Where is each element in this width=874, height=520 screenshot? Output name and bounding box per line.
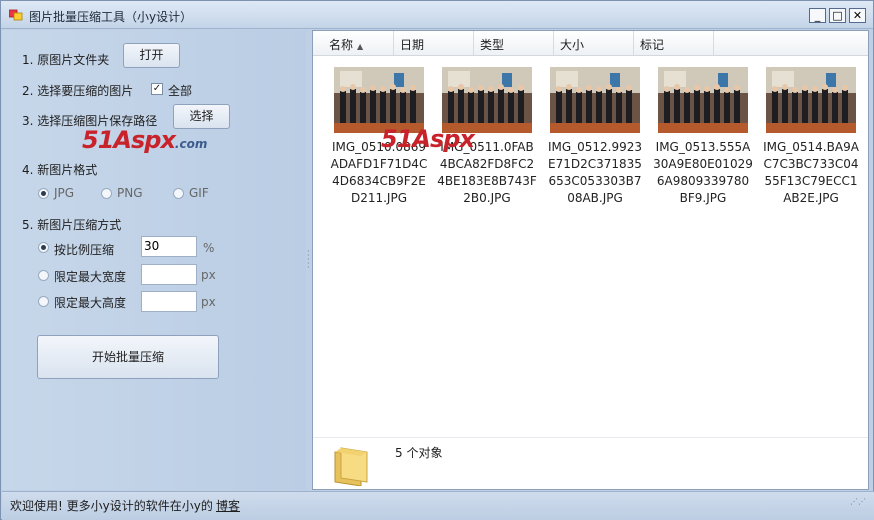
object-count: 5 个对象 <box>395 446 443 460</box>
app-icon <box>9 9 23 21</box>
watermark-logo: 51Aspx.com <box>82 126 208 154</box>
app-window: 图片批量压缩工具（小y设计） _ □ ✕ 1. 原图片文件夹 打开 2. 选择要… <box>0 0 874 520</box>
splitter-grip-icon: · · · · · <box>307 247 310 272</box>
column-header-tag[interactable]: 标记 <box>634 31 714 55</box>
format-jpg-radio[interactable] <box>38 188 49 199</box>
folder-icon <box>334 447 368 486</box>
photo-thumbnail <box>766 67 856 133</box>
close-button[interactable]: ✕ <box>849 8 866 23</box>
column-header-type[interactable]: 类型 <box>474 31 554 55</box>
max-width-radio[interactable] <box>38 270 49 281</box>
file-list-view[interactable]: 名称 ▲ 日期 类型 大小 标记 IMG_0510.0869ADAFD1F71D4… <box>312 30 869 490</box>
file-name: IMG_0514.BA9AC7C3BC733C0455F13C79ECC1AB2… <box>763 140 859 205</box>
start-compress-button[interactable]: 开始批量压缩 <box>37 335 219 379</box>
step4-label: 4. 新图片格式 <box>22 163 98 177</box>
column-header-size[interactable]: 大小 <box>554 31 634 55</box>
format-gif-label: GIF <box>189 186 209 200</box>
ratio-compress-radio[interactable] <box>38 242 49 253</box>
column-header-name[interactable]: 名称 ▲ <box>313 31 394 55</box>
format-png-radio[interactable] <box>101 188 112 199</box>
settings-panel: 1. 原图片文件夹 打开 2. 选择要压缩的图片 ✓ 全部 3. 选择压缩图片保… <box>2 30 306 490</box>
ratio-input[interactable]: 30 <box>141 236 197 257</box>
file-name: IMG_0512.9923E71D2C371835653C053303B708A… <box>547 140 643 205</box>
status-bar: 欢迎使用! 更多小y设计的软件在小y的 博客 ⋰⋰ <box>2 491 874 520</box>
step2-label: 2. 选择要压缩的图片 <box>22 84 134 98</box>
file-item[interactable]: IMG_0512.9923E71D2C371835653C053303B708A… <box>545 67 645 207</box>
file-item[interactable]: IMG_0513.555A30A9E80E010296A9809339780BF… <box>653 67 753 207</box>
step1-label: 1. 原图片文件夹 <box>22 53 110 67</box>
select-all-checkbox[interactable]: ✓ <box>151 83 163 95</box>
step5-label: 5. 新图片压缩方式 <box>22 218 122 232</box>
max-width-input[interactable] <box>141 264 197 285</box>
max-height-label: 限定最大高度 <box>54 296 127 310</box>
maximize-button[interactable]: □ <box>829 8 846 23</box>
file-name: IMG_0513.555A30A9E80E010296A9809339780BF… <box>653 140 753 205</box>
format-png-label: PNG <box>117 186 143 200</box>
column-headers: 名称 ▲ 日期 类型 大小 标记 <box>313 31 868 56</box>
max-height-unit: px <box>201 295 216 309</box>
resize-grip-icon[interactable]: ⋰⋰ <box>850 498 866 506</box>
photo-thumbnail <box>658 67 748 133</box>
column-header-date[interactable]: 日期 <box>394 31 474 55</box>
select-all-label: 全部 <box>168 84 193 98</box>
minimize-button[interactable]: _ <box>809 8 826 23</box>
sort-ascending-icon: ▲ <box>357 42 364 51</box>
blog-link[interactable]: 博客 <box>216 497 240 514</box>
photo-thumbnail <box>550 67 640 133</box>
ratio-unit: % <box>203 241 215 255</box>
ratio-compress-label: 按比例压缩 <box>54 243 115 257</box>
open-folder-button[interactable]: 打开 <box>123 43 180 68</box>
title-bar[interactable]: 图片批量压缩工具（小y设计） _ □ ✕ <box>1 1 873 29</box>
max-width-label: 限定最大宽度 <box>54 270 127 284</box>
file-item[interactable]: IMG_0514.BA9AC7C3BC733C0455F13C79ECC1AB2… <box>761 67 861 207</box>
watermark-logo: 51Aspx <box>381 125 475 153</box>
format-jpg-label: JPG <box>54 186 75 200</box>
details-pane: 5 个对象 <box>313 437 868 489</box>
format-gif-radio[interactable] <box>173 188 184 199</box>
window-title: 图片批量压缩工具（小y设计） <box>29 10 193 24</box>
status-message: 欢迎使用! 更多小y设计的软件在小y的 <box>10 499 213 513</box>
max-width-unit: px <box>201 268 216 282</box>
max-height-radio[interactable] <box>38 296 49 307</box>
max-height-input[interactable] <box>141 291 197 312</box>
photo-thumbnail <box>334 67 424 133</box>
photo-thumbnail <box>442 67 532 133</box>
